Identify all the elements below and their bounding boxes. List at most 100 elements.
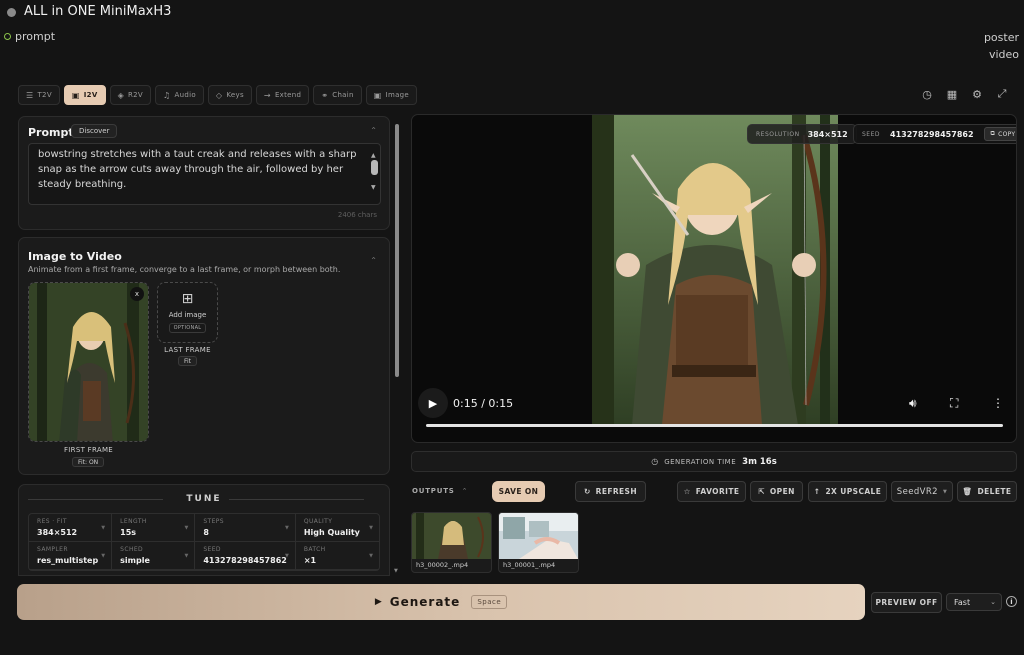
speed-select[interactable]: Fast ⌄ — [946, 593, 1002, 611]
scroll-down-icon[interactable]: ▼ — [371, 180, 376, 195]
last-frame-dropzone[interactable]: ⊞ Add image OPTIONAL — [157, 282, 218, 343]
collapse-icon[interactable]: ⌃ — [370, 256, 377, 265]
prompt-textarea[interactable]: bowstring stretches with a taut creak an… — [28, 143, 381, 205]
preview-toggle-button[interactable]: PREVIEW OFF — [871, 592, 942, 613]
seed-badge: SEED 413278298457862 ⧉ COPY — [853, 124, 1016, 144]
mode-tabs: ☰ T2V ▣ I2V ◈ R2V ♫ Audio ◇ Keys → Extend ⚭ Cha… — [18, 85, 418, 105]
tune-batch[interactable]: BATCH ×1 ▼ — [295, 542, 379, 570]
discover-button[interactable]: Discover — [71, 124, 118, 138]
generate-button[interactable]: ▶ Generate Space — [17, 584, 865, 620]
tune-sched[interactable]: SCHED simple ▼ — [112, 542, 196, 570]
chevron-down-icon: ▼ — [101, 525, 106, 531]
save-on-button[interactable]: SAVE ON — [492, 481, 545, 502]
collapse-icon[interactable]: ⌃ — [370, 126, 377, 135]
top-toolbar: ◷ ▦ ⚙ ⤢ — [921, 87, 1008, 101]
tab-t2v[interactable]: ☰ T2V — [18, 85, 60, 105]
tab-r2v[interactable]: ◈ R2V — [109, 85, 152, 105]
video-link[interactable]: video — [989, 48, 1019, 61]
tab-chain[interactable]: ⚭ Chain — [313, 85, 362, 105]
output-thumbnail-image — [499, 513, 578, 559]
tab-extend[interactable]: → Extend — [255, 85, 310, 105]
output-filename: h3_00002_.mp4 — [416, 561, 469, 569]
scroll-down-icon[interactable]: ▼ — [394, 568, 398, 574]
chevron-down-icon: ▼ — [101, 553, 106, 559]
refresh-icon: ↻ — [583, 487, 591, 496]
shortcut-badge: Space — [471, 595, 508, 609]
play-icon: ▶ — [374, 597, 382, 607]
prompt-title: Prompt — [28, 126, 74, 139]
first-frame-image[interactable] — [28, 282, 149, 442]
video-time: 0:15 / 0:15 — [453, 397, 514, 410]
layers-icon: ◈ — [117, 90, 125, 100]
history-icon[interactable]: ◷ — [921, 88, 933, 101]
first-frame-label: FIRST FRAME — [63, 446, 114, 454]
prompt-panel: Prompt Discover ⌃ bowstring stretches wi… — [18, 116, 390, 230]
play-button[interactable]: ▶ — [418, 388, 448, 418]
output-thumbnail[interactable]: h3_00002_.mp4 — [411, 512, 492, 573]
grid-icon[interactable]: ▦ — [946, 88, 958, 101]
info-icon[interactable]: i — [1006, 596, 1017, 607]
prompt-scrollbar[interactable]: ▲ ▼ — [370, 148, 378, 191]
remove-first-frame-button[interactable]: x — [130, 287, 144, 301]
video-frame — [592, 115, 838, 425]
poster-link[interactable]: poster — [984, 31, 1019, 44]
fullscreen-icon[interactable]: ⛶ — [950, 396, 958, 411]
audio-icon: ♫ — [163, 90, 171, 100]
optional-badge: OPTIONAL — [168, 323, 207, 333]
i2v-subtitle: Animate from a first frame, converge to … — [28, 265, 341, 274]
tune-length[interactable]: LENGTH 15s ▼ — [112, 514, 196, 542]
copy-icon: ⧉ — [990, 130, 996, 137]
arrow-right-icon: → — [263, 90, 271, 100]
expand-icon[interactable]: ⤢ — [996, 87, 1008, 100]
first-frame-illustration — [29, 283, 148, 441]
i2v-panel: Image to Video ⌃ Animate from a first fr… — [18, 237, 390, 475]
chevron-down-icon: ⌄ — [990, 598, 996, 606]
tab-audio[interactable]: ♫ Audio — [155, 85, 204, 105]
gear-icon[interactable]: ⚙ — [971, 88, 983, 101]
tune-steps[interactable]: STEPS 8 ▼ — [195, 514, 296, 542]
play-icon: ▶ — [428, 396, 438, 410]
tab-i2v[interactable]: ▣ I2V — [63, 85, 106, 105]
prompt-scroll-thumb[interactable] — [371, 160, 378, 175]
left-scrollbar[interactable]: ▼ — [394, 118, 401, 574]
copy-seed-button[interactable]: ⧉ COPY — [983, 127, 1016, 141]
first-frame-fit-toggle[interactable]: Fit: ON — [72, 457, 105, 467]
last-frame-fit-toggle[interactable]: Fit — [178, 356, 198, 366]
delete-button[interactable]: 🗑︎ DELETE — [957, 481, 1017, 502]
upscaler-select[interactable]: SeedVR2 ▼ — [891, 481, 953, 502]
prompt-text: bowstring stretches with a taut creak an… — [38, 149, 357, 190]
tab-image[interactable]: ▣ Image — [365, 85, 418, 105]
upscale-button[interactable]: ↑ 2X UPSCALE — [808, 481, 887, 502]
more-options-icon[interactable]: ⋮ — [992, 396, 1004, 410]
output-thumbnail[interactable]: h3_00001_.mp4 — [498, 512, 579, 573]
tune-quality[interactable]: QUALITY High Quality ▼ — [295, 514, 379, 542]
open-button[interactable]: ⇱ OPEN — [750, 481, 803, 502]
volume-icon[interactable]: 🔊︎ — [909, 396, 917, 411]
image-icon: ▣ — [373, 90, 382, 100]
app-title: ALL in ONE MiniMaxH3 — [24, 4, 172, 19]
tune-sampler[interactable]: SAMPLER res_multistep ▼ — [29, 542, 113, 570]
last-frame-label: LAST FRAME — [164, 346, 211, 354]
output-thumbnail-illustration — [499, 513, 578, 559]
window-status-dot — [7, 8, 16, 17]
refresh-button[interactable]: ↻ REFRESH — [575, 481, 646, 502]
video-player[interactable]: RESOLUTION 384×512 SEED 413278298457862 … — [411, 114, 1017, 443]
i2v-title: Image to Video — [28, 250, 122, 263]
video-frame-illustration — [592, 115, 838, 425]
favorite-button[interactable]: ☆ FAVORITE — [677, 481, 746, 502]
tune-seed[interactable]: SEED 413278298457862 ▼ — [195, 542, 296, 570]
chevron-down-icon: ▼ — [184, 553, 189, 559]
left-scroll-thumb[interactable] — [395, 124, 399, 377]
chevron-icon[interactable]: ⌃ — [462, 487, 469, 495]
list-icon: ☰ — [26, 90, 34, 100]
chevron-down-icon: ▼ — [284, 525, 289, 531]
trash-icon: 🗑︎ — [962, 487, 973, 496]
video-progress-bar[interactable] — [426, 424, 1003, 427]
tune-res[interactable]: RES · FIT 384×512 ▼ — [29, 514, 113, 542]
arrow-up-icon: ↑ — [813, 487, 821, 496]
tab-keys[interactable]: ◇ Keys — [207, 85, 252, 105]
output-thumbnail-illustration — [412, 513, 491, 559]
image-icon: ▣ — [71, 90, 80, 100]
add-image-label: Add image — [168, 311, 207, 319]
generation-time-bar: ◷ GENERATION TIME 3m 16s — [411, 451, 1017, 472]
